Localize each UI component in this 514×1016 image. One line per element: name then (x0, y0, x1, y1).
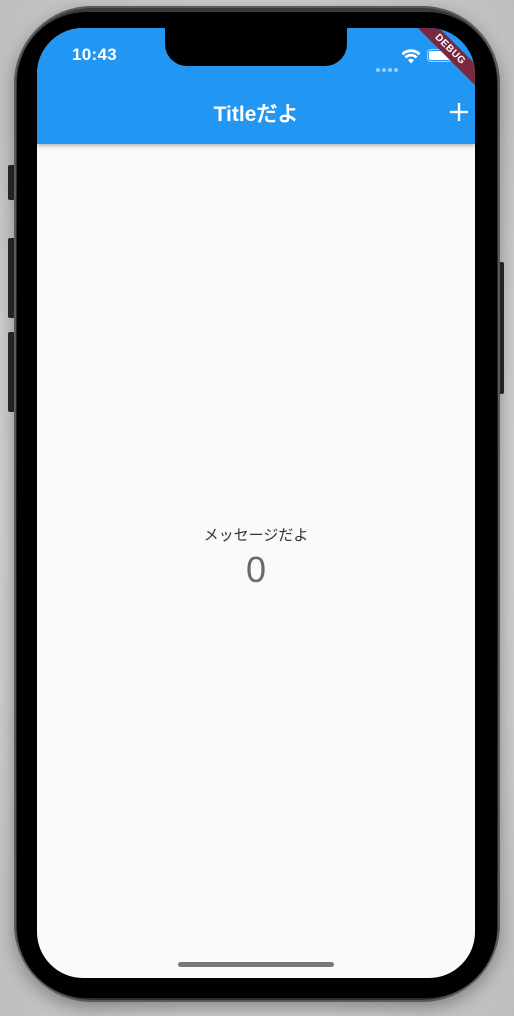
body-content: メッセージだよ 0 (37, 144, 475, 978)
app-bar: 10:43 Titleだよ (37, 28, 475, 144)
camera-notch (165, 28, 347, 66)
signal-dots-icon (376, 59, 400, 72)
center-column: メッセージだよ 0 (37, 526, 475, 591)
plus-icon[interactable] (447, 100, 471, 124)
counter-value: 0 (245, 549, 267, 590)
device-stage: 10:43 Titleだよ DEBUG メッセージだよ 0 (0, 0, 514, 1016)
app-bar-title: Titleだよ (213, 103, 299, 126)
battery-icon (427, 49, 455, 62)
app-screen: 10:43 Titleだよ DEBUG メッセージだよ 0 (37, 28, 475, 978)
message-text: メッセージだよ (203, 527, 309, 544)
status-time: 10:43 (72, 45, 117, 64)
wifi-icon (401, 49, 421, 64)
home-indicator[interactable] (178, 962, 334, 967)
